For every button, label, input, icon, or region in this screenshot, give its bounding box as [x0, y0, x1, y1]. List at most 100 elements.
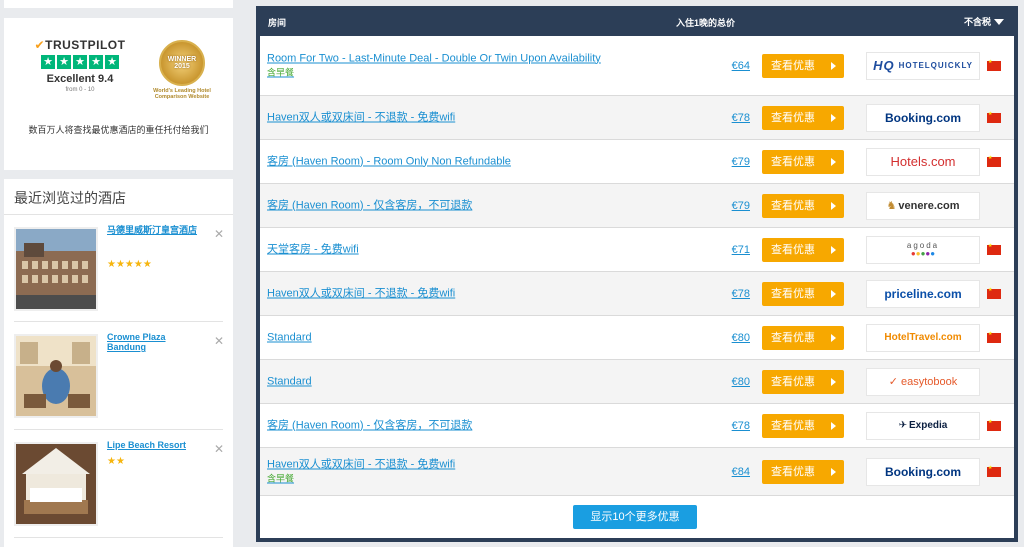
- star-icon: ★: [105, 55, 119, 69]
- view-deal-button[interactable]: 查看优惠: [762, 105, 844, 130]
- room-name-link[interactable]: Room For Two - Last-Minute Deal - Double…: [267, 52, 601, 64]
- view-deal-button[interactable]: 查看优惠: [762, 237, 844, 262]
- price-link[interactable]: €78: [722, 112, 750, 124]
- arrow-right-icon: [831, 61, 836, 70]
- award-medal-icon: WINNER 2015: [159, 40, 205, 86]
- room-name-link[interactable]: Standard: [267, 331, 312, 343]
- hotel-thumbnail[interactable]: [14, 442, 98, 526]
- arrow-right-icon: [831, 421, 836, 430]
- deals-rows: Room For Two - Last-Minute Deal - Double…: [260, 36, 1014, 538]
- price-link[interactable]: €79: [722, 200, 750, 212]
- deal-row: 客房 (Haven Room) - Room Only Non Refundab…: [260, 140, 1014, 184]
- view-deal-button[interactable]: 查看优惠: [762, 149, 844, 174]
- globe-plane-icon: ✈: [898, 420, 908, 431]
- price-link[interactable]: €84: [722, 466, 750, 478]
- trust-panel: ✔TRUSTPILOT ★ ★ ★ ★ ★ Excellent 9.4 from…: [4, 18, 233, 170]
- hotel-name-link[interactable]: 马德里威斯汀皇宫酒店: [107, 225, 203, 235]
- hotel-photo-icon: [16, 444, 96, 524]
- check-circle-icon: ✓: [888, 376, 898, 388]
- column-header-room: 房间: [268, 18, 287, 28]
- room-name-link[interactable]: 天堂客房 - 免费wifi: [267, 243, 359, 255]
- hotel-stars: ★★: [107, 456, 125, 467]
- deal-row: 天堂客房 - 免费wifi €71 查看优惠 agoda ●●●●●: [260, 228, 1014, 272]
- trustpilot-badge[interactable]: ✔TRUSTPILOT ★ ★ ★ ★ ★ Excellent 9.4 from…: [30, 38, 130, 93]
- arrow-right-icon: [831, 113, 836, 122]
- provider-logo-hotels[interactable]: Hotels.com: [866, 147, 980, 176]
- table-header: 房间 入住1晚的总价 不含税: [260, 6, 1014, 36]
- view-deal-button[interactable]: 查看优惠: [762, 281, 844, 306]
- room-name-link[interactable]: 客房 (Haven Room) - 仅含客房，不可退款: [267, 419, 472, 431]
- close-icon[interactable]: ✕: [214, 442, 224, 456]
- price-link[interactable]: €71: [722, 244, 750, 256]
- show-more-deals-button[interactable]: 显示10个更多优惠: [573, 505, 697, 529]
- view-deal-button[interactable]: 查看优惠: [762, 459, 844, 484]
- hotel-photo-icon: [16, 336, 96, 416]
- hotel-thumbnail[interactable]: [14, 227, 98, 311]
- room-name-link[interactable]: 客房 (Haven Room) - 仅含客房，不可退款: [267, 199, 472, 211]
- room-name-link[interactable]: 客房 (Haven Room) - Room Only Non Refundab…: [267, 155, 511, 167]
- award-caption: World's Leading Hotel Comparison Website: [153, 88, 211, 100]
- provider-logo-hoteltravel[interactable]: HotelTravel.com: [866, 323, 980, 352]
- divider: [14, 429, 223, 430]
- provider-logo-hotelquickly[interactable]: HQ HOTELQUICKLY: [866, 51, 980, 80]
- arrow-right-icon: [831, 157, 836, 166]
- price-link[interactable]: €80: [722, 332, 750, 344]
- arrow-right-icon: [831, 201, 836, 210]
- provider-logo-booking[interactable]: Booking.com: [866, 457, 980, 486]
- provider-logo-agoda[interactable]: agoda ●●●●●: [866, 235, 980, 264]
- star-icon: ★: [57, 55, 71, 69]
- view-deal-button[interactable]: 查看优惠: [762, 53, 844, 78]
- deal-row: Haven双人或双床间 - 不退款 - 免费wifi €78 查看优惠 Book…: [260, 96, 1014, 140]
- recently-viewed-panel: 最近浏览过的酒店 马德里威斯汀皇宫酒店 ★★★★★ ✕ Crowne Plaza…: [4, 179, 233, 547]
- show-more-area: 显示10个更多优惠: [260, 496, 1014, 538]
- price-link[interactable]: €78: [722, 288, 750, 300]
- deal-row: Haven双人或双床间 - 不退款 - 免费wifi €78 查看优惠 pric…: [260, 272, 1014, 316]
- price-link[interactable]: €78: [722, 420, 750, 432]
- view-deal-button[interactable]: 查看优惠: [762, 193, 844, 218]
- page: ✔TRUSTPILOT ★ ★ ★ ★ ★ Excellent 9.4 from…: [0, 0, 1024, 547]
- hotel-thumbnail[interactable]: [14, 334, 98, 418]
- provider-logo-venere[interactable]: ♞ venere.com: [866, 191, 980, 220]
- view-deal-button[interactable]: 查看优惠: [762, 369, 844, 394]
- provider-logo-expedia[interactable]: ✈ Expedia: [866, 411, 980, 440]
- room-name-link[interactable]: Haven双人或双床间 - 不退款 - 免费wifi: [267, 111, 455, 123]
- provider-logo-priceline[interactable]: priceline.com: [866, 279, 980, 308]
- china-flag-icon: [987, 331, 1001, 343]
- hotel-name-link[interactable]: Crowne Plaza Bandung: [107, 332, 203, 352]
- arrow-right-icon: [831, 377, 836, 386]
- star-icon: ★: [89, 55, 103, 69]
- room-name-link[interactable]: Haven双人或双床间 - 不退款 - 免费wifi: [267, 287, 455, 299]
- sidebar-top-card: [4, 0, 233, 8]
- price-link[interactable]: €64: [722, 60, 750, 72]
- view-deal-button[interactable]: 查看优惠: [762, 413, 844, 438]
- recent-hotel-item[interactable]: Crowne Plaza Bandung ✕: [14, 324, 228, 424]
- trust-caption: 数百万人将查找最优惠酒店的重任托付给我们: [28, 125, 209, 135]
- close-icon[interactable]: ✕: [214, 227, 224, 241]
- deal-row: Standard €80 查看优惠 ✓ easytobook: [260, 360, 1014, 404]
- deal-row: Haven双人或双床间 - 不退款 - 免费wifi 含早餐 €84 查看优惠 B…: [260, 448, 1014, 496]
- award-mid: WINNER 2015: [167, 56, 197, 70]
- provider-logo-booking[interactable]: Booking.com: [866, 103, 980, 132]
- provider-logo-easytobook[interactable]: ✓ easytobook: [866, 367, 980, 396]
- china-flag-icon: [987, 111, 1001, 123]
- arrow-right-icon: [831, 289, 836, 298]
- deals-table: 房间 入住1晚的总价 不含税 Room For Two - Last-Minut…: [256, 6, 1018, 542]
- world-travel-award: WINNER 2015 World's Leading Hotel Compar…: [151, 40, 213, 100]
- hotel-name-link[interactable]: Lipe Beach Resort: [107, 440, 203, 450]
- price-link[interactable]: €80: [722, 376, 750, 388]
- recent-hotel-item[interactable]: 马德里威斯汀皇宫酒店 ★★★★★ ✕: [14, 217, 228, 317]
- china-flag-icon: [987, 59, 1001, 71]
- deal-row: Room For Two - Last-Minute Deal - Double…: [260, 36, 1014, 96]
- arrow-right-icon: [831, 467, 836, 476]
- hotel-stars: ★★★★★: [107, 259, 152, 270]
- trustpilot-brand: TRUSTPILOT: [45, 38, 126, 52]
- room-name-link[interactable]: Haven双人或双床间 - 不退款 - 免费wifi: [267, 458, 455, 470]
- trustpilot-score: Excellent 9.4: [46, 73, 114, 85]
- recent-hotel-item[interactable]: Lipe Beach Resort ★★ ✕: [14, 432, 228, 532]
- close-icon[interactable]: ✕: [214, 334, 224, 348]
- price-link[interactable]: €79: [722, 156, 750, 168]
- tax-toggle[interactable]: 不含税: [964, 15, 1004, 28]
- left-sidebar: ✔TRUSTPILOT ★ ★ ★ ★ ★ Excellent 9.4 from…: [4, 0, 233, 547]
- view-deal-button[interactable]: 查看优惠: [762, 325, 844, 350]
- room-name-link[interactable]: Standard: [267, 375, 312, 387]
